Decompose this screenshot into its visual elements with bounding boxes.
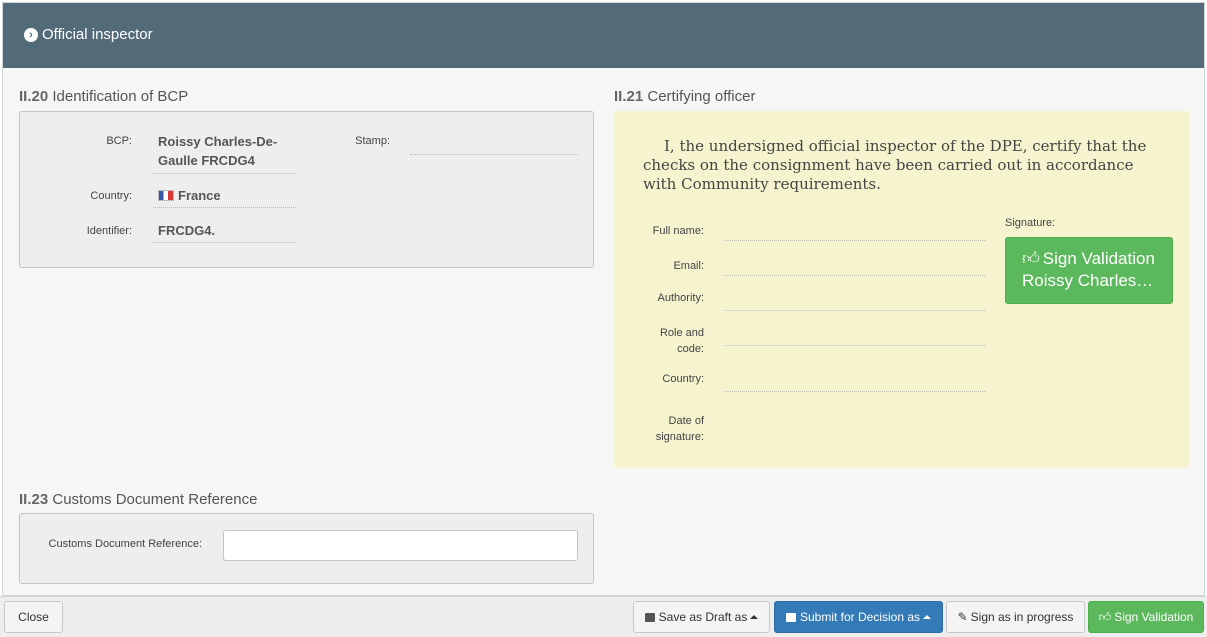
customs-section-code: II.23 [19,491,49,508]
certifying-officer-box: I, the undersigned official inspector of… [614,111,1189,468]
sign-validation-label: Sign Validation [1114,610,1194,624]
save-as-draft-button[interactable]: Save as Draft as [633,601,770,633]
country-value-text: France [178,188,221,203]
signature-label: Signature: [1005,217,1056,229]
bcp-value-line1: Roissy Charles-De- [158,134,278,149]
role-code-label: Role and code: [614,325,704,357]
stamp-label: Stamp: [355,135,390,147]
full-name-label: Full name: [652,225,704,237]
customs-section-title-text: Customs Document Reference [52,491,258,508]
stamp-value [410,154,578,155]
certifying-section-code: II.21 [614,88,644,105]
archive-icon [644,613,655,622]
identifier-value: FRCDG4. [153,221,296,243]
date-label-line1: Date of [668,415,704,427]
certifying-section-title-text: Certifying officer [647,88,756,105]
date-label-line2: signature: [655,431,704,443]
certifying-section-title: II.21 Certifying officer [614,88,755,105]
close-button[interactable]: Close [4,601,63,633]
customs-document-reference-input[interactable] [223,530,578,561]
role-label-line2: code: [677,343,704,355]
certification-statement: I, the undersigned official inspector of… [643,137,1147,193]
bcp-section-title-text: Identification of BCP [52,88,189,105]
country-value: France [153,186,296,208]
flag-france-icon [158,190,174,201]
country-label: Country: [90,190,132,202]
role-label-line1: Role and [659,327,704,339]
bcp-section-code: II.20 [19,88,49,105]
sign-button-line2: Roissy Charles… [1022,271,1154,290]
submit-for-decision-label: Submit for Decision as [799,610,921,624]
sign-as-in-progress-button[interactable]: ✎ Sign as in progress [946,601,1085,633]
archive-icon [785,613,796,622]
panel-header[interactable]: › Official inspector [3,3,1204,68]
caret-up-icon [750,615,759,619]
pencil-icon: ✎ [957,610,968,624]
thumbs-up-icon: 👍︎ [1022,249,1040,268]
save-as-draft-label: Save as Draft as [658,610,748,624]
thumbs-up-icon: 👍︎ [1098,610,1112,624]
sign-button-line1: Sign Validation [1042,249,1155,268]
customs-section-title: II.23 Customs Document Reference [19,491,257,508]
customs-document-reference-label: Customs Document Reference: [48,538,202,550]
bcp-label: BCP: [106,135,132,147]
panel-title: Official inspector [42,26,153,43]
identifier-label: Identifier: [86,225,132,237]
bcp-box: BCP: Roissy Charles-De- Gaulle FRCDG4 St… [19,111,594,268]
authority-label: Authority: [657,292,704,304]
chevron-circle-right-icon: › [24,28,38,42]
full-name-value [724,240,985,241]
email-value [724,275,985,276]
authority-value [724,310,985,311]
sign-button-line1-wrap: 👍︎ Sign Validation [1022,248,1172,270]
sign-as-in-progress-label: Sign as in progress [970,610,1074,624]
sign-validation-button[interactable]: 👍︎ Sign Validation [1088,601,1204,633]
bcp-value-line2: Gaulle FRCDG4 [158,153,255,168]
submit-for-decision-button[interactable]: Submit for Decision as [774,601,943,633]
role-code-value [724,345,985,346]
caret-up-icon [923,615,932,619]
footer-bar: Close Save as Draft as Submit for Decisi… [0,596,1207,637]
bcp-section-title: II.20 Identification of BCP [19,88,188,105]
sign-validation-signature-button[interactable]: 👍︎ Sign Validation Roissy Charles… [1005,237,1173,304]
email-label: Email: [673,260,704,272]
country-label-officer: Country: [662,373,704,385]
bcp-value: Roissy Charles-De- Gaulle FRCDG4 [153,132,296,174]
date-of-signature-label: Date of signature: [614,413,704,445]
country-value-officer [724,391,985,392]
